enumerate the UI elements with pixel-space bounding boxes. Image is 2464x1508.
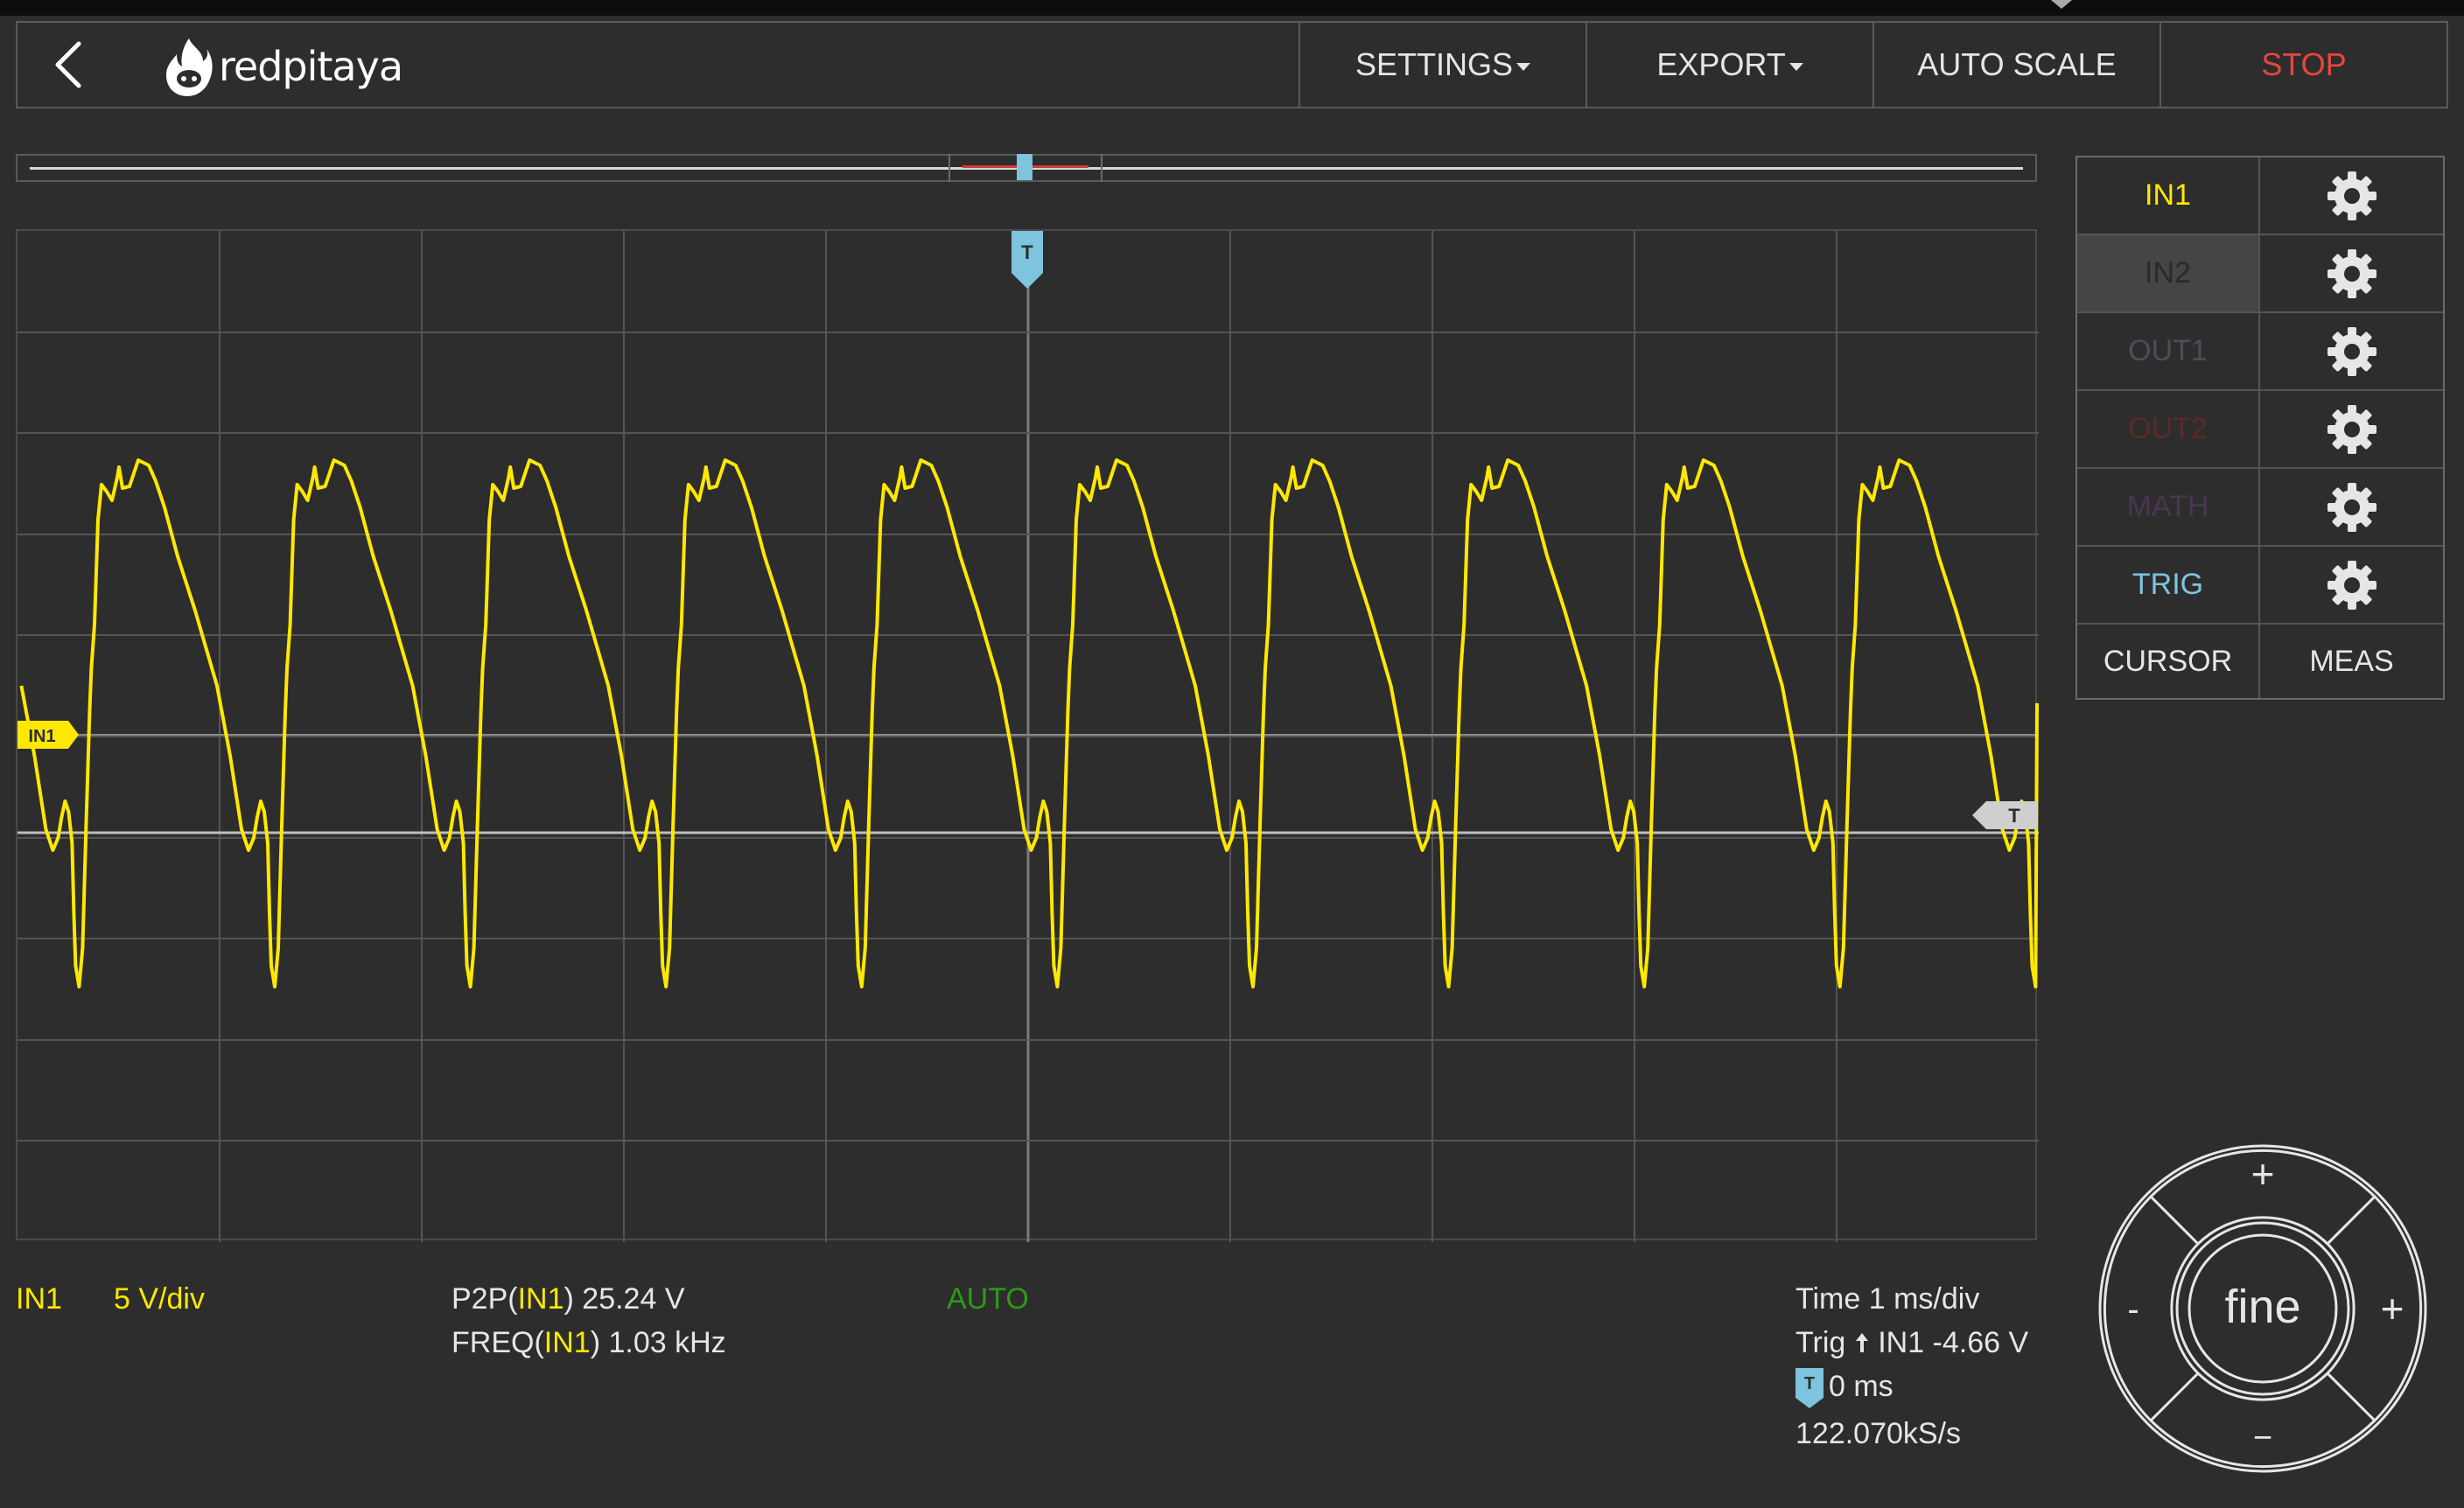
stop-button[interactable]: STOP xyxy=(2160,23,2446,107)
channel-row-math: MATH xyxy=(2077,467,2443,545)
scope-graph: T IN1 T xyxy=(18,231,2039,1242)
trigger-level-label: T xyxy=(2008,805,2020,827)
export-menu-button[interactable]: EXPORT xyxy=(1586,23,1872,107)
export-label: EXPORT xyxy=(1656,46,1786,82)
meas-button[interactable]: MEAS xyxy=(2260,625,2443,698)
app-header: redpitaya SETTINGS EXPORT AUTO SCALE STO… xyxy=(16,21,2448,108)
scope-grid xyxy=(18,231,2039,1242)
logo-text: redpitaya xyxy=(219,43,403,90)
stop-label: STOP xyxy=(2261,46,2347,82)
gear-icon xyxy=(2327,482,2376,532)
trigger-level-marker[interactable]: T xyxy=(1972,801,2037,829)
dpad-up-label: + xyxy=(2251,1151,2275,1197)
channel-row-trig: TRIG xyxy=(2077,545,2443,623)
time-per-div: Time 1 ms/div xyxy=(1796,1282,1980,1316)
trig-offset-value: 0 ms xyxy=(1829,1369,1894,1403)
tools-row: CURSOR MEAS xyxy=(2077,623,2443,698)
channel-out1-settings[interactable] xyxy=(2260,313,2443,389)
trigger-offset: T 0 ms xyxy=(1796,1368,1894,1408)
status-channel: IN1 xyxy=(16,1282,62,1316)
status-scale: 5 V/div xyxy=(114,1282,205,1316)
top-status-bar xyxy=(0,0,2464,16)
caret-down-icon xyxy=(1516,62,1531,71)
sample-rate: 122.070kS/s xyxy=(1796,1417,1962,1450)
channel-math-button[interactable]: MATH xyxy=(2077,469,2260,545)
channel-in2-button[interactable]: IN2 xyxy=(2077,235,2260,311)
channel-trig-button[interactable]: TRIG xyxy=(2077,547,2260,623)
trigger-time-marker[interactable]: T xyxy=(1012,231,1043,289)
back-button[interactable] xyxy=(44,38,96,91)
timebar-trigger-cursor[interactable] xyxy=(1017,154,1032,180)
chevron-left-icon xyxy=(55,41,81,88)
channel-row-out2: OUT2 xyxy=(2077,389,2443,467)
freq-value: ) 1.03 kHz xyxy=(590,1326,726,1359)
channel-math-settings[interactable] xyxy=(2260,469,2443,545)
channel-in1-button[interactable]: IN1 xyxy=(2077,157,2260,234)
channel-panel: IN1 IN2 OUT1 OUT2 MATH TRIG CURSOR MEAS xyxy=(2076,156,2445,700)
trigger-marker-label: T xyxy=(1021,241,1033,263)
time-position-bar[interactable] xyxy=(16,154,2037,182)
fine-adjust-dpad: + − - + fine xyxy=(2096,1142,2429,1475)
dpad-left-label: - xyxy=(2127,1290,2138,1329)
channel-out2-settings[interactable] xyxy=(2260,391,2443,467)
channel-in1-settings[interactable] xyxy=(2260,157,2443,234)
trigger-mode-status: AUTO xyxy=(947,1282,1029,1316)
freq-prefix: FREQ( xyxy=(452,1326,544,1359)
trig-value: IN1 -4.66 V xyxy=(1878,1326,2029,1359)
gear-icon xyxy=(2327,560,2376,610)
auto-scale-button[interactable]: AUTO SCALE xyxy=(1872,23,2160,107)
rising-edge-icon xyxy=(1855,1333,1868,1352)
settings-menu-button[interactable]: SETTINGS xyxy=(1298,23,1586,107)
flame-logo-icon xyxy=(166,38,213,96)
p2p-prefix: P2P( xyxy=(452,1282,518,1316)
p2p-measurement: P2P(IN1) 25.24 V xyxy=(452,1282,685,1316)
freq-measurement: FREQ(IN1) 1.03 kHz xyxy=(452,1326,726,1360)
trig-prefix: Trig xyxy=(1796,1326,1846,1359)
channel-trig-settings[interactable] xyxy=(2260,547,2443,623)
dpad-fine-label: fine xyxy=(2224,1281,2300,1333)
gear-icon xyxy=(2327,326,2376,376)
channel-out2-button[interactable]: OUT2 xyxy=(2077,391,2260,467)
channel-row-out1: OUT1 xyxy=(2077,311,2443,389)
top-menu: SETTINGS EXPORT AUTO SCALE STOP xyxy=(1298,23,2446,107)
p2p-channel: IN1 xyxy=(517,1282,564,1316)
caret-down-icon xyxy=(1788,62,1803,71)
dpad-right-label: + xyxy=(2381,1286,2404,1331)
trigger-info: Trig IN1 -4.66 V xyxy=(1796,1326,2028,1360)
oscilloscope-display[interactable]: T IN1 T xyxy=(16,229,2039,1242)
cursor-button[interactable]: CURSOR xyxy=(2077,625,2260,698)
p2p-value: ) 25.24 V xyxy=(564,1282,685,1316)
freq-channel: IN1 xyxy=(543,1326,591,1359)
in1-offset-marker[interactable]: IN1 xyxy=(18,721,79,749)
timebar-view-window[interactable] xyxy=(948,154,1102,182)
gear-icon xyxy=(2327,171,2376,220)
top-indicator xyxy=(2051,0,2072,9)
svg-text:T: T xyxy=(1804,1374,1815,1393)
settings-label: SETTINGS xyxy=(1354,46,1514,82)
dpad-fine-button[interactable]: fine xyxy=(2175,1221,2350,1396)
channel-row-in1: IN1 xyxy=(2077,157,2443,234)
gear-icon xyxy=(2327,404,2376,454)
gear-icon xyxy=(2327,248,2376,298)
dpad-graphic: + − - + fine xyxy=(2098,1144,2427,1473)
channel-out1-button[interactable]: OUT1 xyxy=(2077,313,2260,389)
redpitaya-logo: redpitaya xyxy=(163,35,425,98)
channel-in2-settings[interactable] xyxy=(2260,235,2443,311)
in1-marker-label: IN1 xyxy=(28,727,55,746)
trigger-t-icon: T xyxy=(1796,1368,1824,1408)
dpad-down-label: − xyxy=(2253,1420,2272,1456)
channel-row-in2: IN2 xyxy=(2077,234,2443,311)
auto-scale-label: AUTO SCALE xyxy=(1917,46,2117,82)
